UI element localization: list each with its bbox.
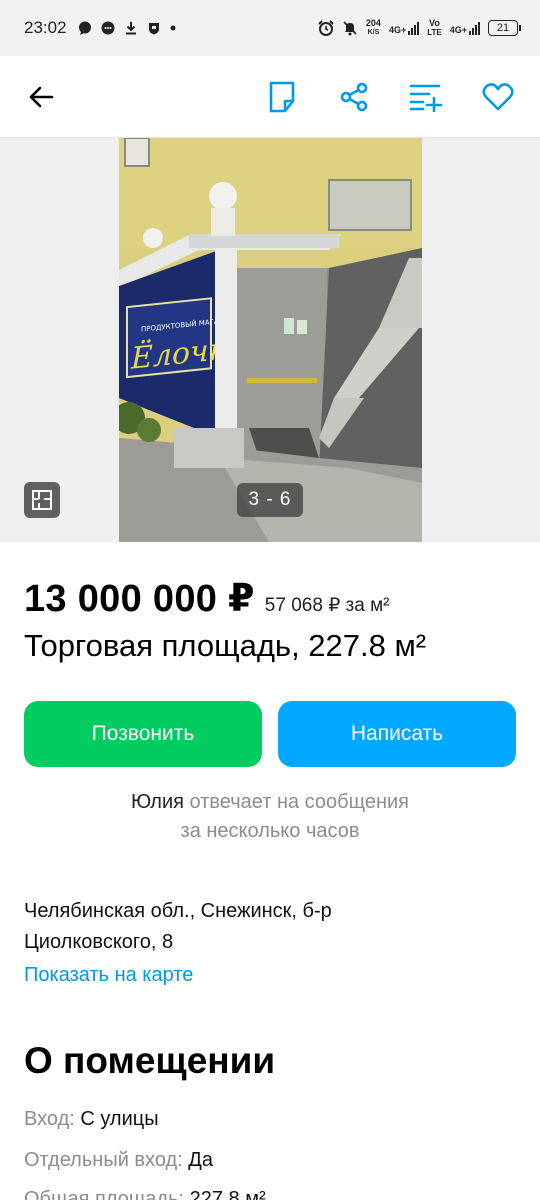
status-left: 23:02	[24, 18, 176, 38]
net-speed: 204 K/S	[366, 19, 381, 37]
compare-button[interactable]	[405, 76, 447, 118]
listing-photo[interactable]: Ёлочка ПРОДУКТОВЫЙ МАГАЗИН	[119, 138, 422, 542]
network-2-label: 4G+	[449, 25, 467, 35]
volte-badge: Vo LTE	[427, 18, 442, 38]
param-total-area: Общая площадь: 227.8 м²	[24, 1188, 266, 1200]
heart-icon	[482, 83, 514, 111]
net-speed-value: 204	[365, 18, 381, 28]
download-icon	[125, 22, 136, 35]
param-label: Общая площадь:	[24, 1188, 185, 1200]
bell-off-icon	[343, 21, 357, 36]
network-2: 4G+	[450, 21, 480, 35]
favorite-button[interactable]	[477, 76, 519, 118]
section-title: О помещении	[24, 1040, 276, 1081]
address-line1: Челябинская обл., Снежинск, б-р	[24, 900, 332, 922]
alarm-icon	[318, 20, 334, 36]
net-speed-unit: K/S	[367, 29, 380, 36]
chat-bubble-icon	[78, 21, 91, 35]
param-separate-entrance: Отдельный вход: Да	[24, 1149, 213, 1172]
battery-level: 21	[496, 22, 510, 34]
price-row: 13 000 000 ₽ 57 068 ₽ за м²	[24, 576, 390, 621]
param-entrance: Вход: С улицы	[24, 1108, 159, 1131]
share-button[interactable]	[333, 76, 375, 118]
shield-icon	[148, 23, 159, 35]
param-value: Да	[188, 1149, 213, 1171]
status-right: 204 K/S 4G+ Vo LTE 4G+ 21	[318, 18, 521, 38]
call-button-label: Позвонить	[91, 722, 195, 745]
share-icon	[340, 82, 368, 112]
volte-top: Vo	[429, 18, 440, 28]
write-button-label: Написать	[350, 722, 444, 745]
param-value: 227.8 м²	[189, 1188, 266, 1200]
address-line2: Циолковского, 8	[24, 931, 174, 953]
signal-2-icon	[469, 21, 480, 35]
dot-icon	[170, 25, 176, 31]
param-value: С улицы	[80, 1108, 159, 1130]
price: 13 000 000 ₽	[24, 578, 255, 620]
storefront-image: Ёлочка ПРОДУКТОВЫЙ МАГАЗИН	[119, 138, 422, 542]
floor-plan-button[interactable]	[24, 482, 60, 518]
photo-counter: 3 - 6	[237, 483, 303, 517]
call-button[interactable]: Позвонить	[24, 701, 262, 767]
seller-response-note: Юлия отвечает на сообщения за несколько …	[0, 788, 540, 846]
listing-title: Торговая площадь, 227.8 м²	[24, 628, 427, 663]
network-1: 4G+	[388, 21, 420, 35]
battery-icon: 21	[488, 20, 521, 36]
app-bar	[0, 56, 540, 138]
price-per-m2: 57 068 ₽ за м²	[264, 595, 390, 616]
note-button[interactable]	[261, 76, 303, 118]
floor-plan-icon	[32, 490, 52, 510]
param-label: Вход:	[24, 1108, 75, 1130]
seller-name: Юлия	[130, 791, 184, 813]
signal-1-icon	[408, 21, 420, 35]
network-1-label: 4G+	[388, 25, 407, 35]
seller-response-line1: отвечает на сообщения	[189, 791, 410, 813]
note-icon	[269, 81, 295, 113]
address: Челябинская обл., Снежинск, б-р Циолковс…	[24, 896, 494, 958]
compare-list-icon	[409, 84, 443, 112]
write-button[interactable]: Написать	[278, 701, 516, 767]
message-icon	[101, 21, 115, 35]
arrow-left-icon	[29, 86, 54, 108]
back-button[interactable]	[20, 76, 62, 118]
volte-bottom: LTE	[427, 28, 442, 37]
param-label: Отдельный вход:	[24, 1149, 183, 1171]
photo-gallery[interactable]: Ёлочка ПРОДУКТОВЫЙ МАГАЗИН 3 - 6	[0, 138, 540, 542]
seller-response-line2: за несколько часов	[180, 820, 360, 842]
status-bar: 23:02 204 K/S 4G+ Vo LTE 4G+ 21	[0, 0, 540, 56]
show-on-map-link[interactable]: Показать на карте	[24, 964, 193, 987]
status-time: 23:02	[24, 18, 67, 37]
